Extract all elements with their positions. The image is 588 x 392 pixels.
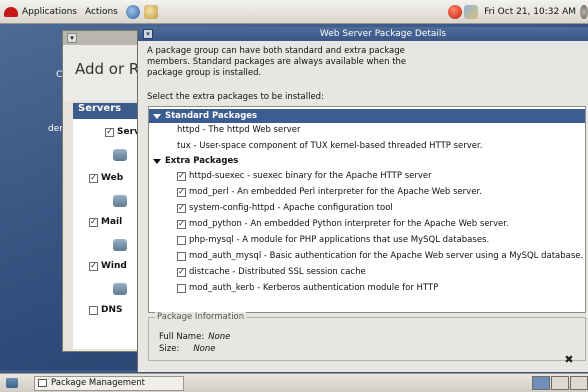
package-group-icon bbox=[113, 239, 127, 251]
panel-clock[interactable]: Fri Oct 21, 10:32 AM bbox=[484, 7, 576, 17]
window-menu-icon[interactable]: ▾ bbox=[67, 33, 77, 43]
workspace-switcher[interactable] bbox=[531, 376, 588, 390]
package-information-frame: Package Information Full Name: None Size:… bbox=[148, 312, 586, 361]
checkbox-checked[interactable]: ✓ bbox=[177, 267, 186, 277]
redhat-menu-icon[interactable] bbox=[4, 6, 18, 17]
network-status-icon[interactable] bbox=[464, 5, 479, 19]
group-checkbox-server-config[interactable]: ✓ Serv bbox=[105, 127, 140, 137]
checkbox-checked[interactable]: ✓ bbox=[177, 187, 186, 197]
checkbox-checked[interactable]: ✓ bbox=[177, 203, 186, 213]
list-item[interactable]: httpd - The httpd Web server bbox=[149, 123, 585, 137]
group-checkbox-web[interactable]: ✓ Web bbox=[89, 173, 123, 183]
window-menu-icon[interactable]: ▾ bbox=[143, 29, 153, 39]
group-row-standard[interactable]: Standard Packages bbox=[149, 109, 585, 123]
checkbox-checked[interactable]: ✓ bbox=[177, 171, 186, 181]
checkbox-unchecked[interactable] bbox=[89, 305, 98, 315]
window-icon bbox=[38, 379, 47, 387]
checkbox-checked[interactable]: ✓ bbox=[89, 261, 98, 271]
group-checkbox-windows-file[interactable]: ✓ Wind bbox=[89, 261, 127, 271]
package-row[interactable]: ✓ distcache - Distributed SSL session ca… bbox=[149, 265, 585, 279]
taskbar-item-package-management[interactable]: Package Management bbox=[34, 375, 184, 391]
top-panel: Applications Actions Fri Oct 21, 10:32 A… bbox=[0, 0, 588, 24]
package-row[interactable]: ✓ system-config-httpd - Apache configura… bbox=[149, 201, 585, 215]
applications-menu[interactable]: Applications bbox=[22, 7, 77, 17]
list-item[interactable]: tux - User-space component of TUX kernel… bbox=[149, 139, 585, 153]
checkbox-checked[interactable]: ✓ bbox=[89, 217, 98, 227]
close-button[interactable]: ✖ bbox=[560, 352, 578, 368]
expander-icon[interactable] bbox=[153, 113, 161, 119]
browser-launcher-icon[interactable] bbox=[125, 4, 140, 19]
checkbox-checked[interactable]: ✓ bbox=[177, 219, 186, 229]
package-row[interactable]: ✓ mod_python - An embedded Python interp… bbox=[149, 217, 585, 231]
bottom-panel: Package Management bbox=[0, 373, 588, 392]
update-alert-icon[interactable] bbox=[448, 5, 463, 19]
dialog-title: Web Server Package Details bbox=[319, 29, 447, 39]
full-name-line: Full Name: None bbox=[159, 332, 231, 342]
package-group-icon bbox=[113, 195, 127, 207]
package-list[interactable]: Standard Packages httpd - The httpd Web … bbox=[148, 106, 586, 313]
package-row[interactable]: mod_auth_mysql - Basic authentication fo… bbox=[149, 249, 585, 263]
package-group-icon bbox=[113, 283, 127, 295]
actions-menu[interactable]: Actions bbox=[85, 7, 118, 17]
checkbox-unchecked[interactable] bbox=[177, 251, 186, 261]
dialog-description: A package group can have both standard a… bbox=[147, 46, 407, 78]
show-desktop-icon[interactable] bbox=[6, 378, 18, 388]
workspace-3[interactable] bbox=[570, 376, 588, 390]
group-row-extra[interactable]: Extra Packages bbox=[149, 154, 585, 168]
workspace-1[interactable] bbox=[532, 376, 550, 390]
package-row[interactable]: php-mysql - A module for PHP application… bbox=[149, 233, 585, 247]
package-details-dialog: ▾ Web Server Package Details A package g… bbox=[137, 27, 588, 372]
checkbox-checked[interactable]: ✓ bbox=[89, 173, 98, 183]
window-heading: Add or R bbox=[75, 60, 140, 78]
size-line: Size: None bbox=[159, 344, 216, 354]
package-information-title: Package Information bbox=[155, 312, 247, 322]
expander-icon[interactable] bbox=[153, 158, 161, 164]
workspace-2[interactable] bbox=[551, 376, 569, 390]
checkbox-unchecked[interactable] bbox=[177, 235, 186, 245]
checkbox-checked[interactable]: ✓ bbox=[105, 127, 114, 137]
group-checkbox-dns[interactable]: DNS bbox=[89, 305, 123, 315]
package-group-icon bbox=[113, 149, 127, 161]
volume-icon[interactable] bbox=[580, 5, 588, 19]
package-row[interactable]: ✓ httpd-suexec - suexec binary for the A… bbox=[149, 169, 585, 183]
checkbox-unchecked[interactable] bbox=[177, 283, 186, 293]
package-row[interactable]: ✓ mod_perl - An embedded Perl interprete… bbox=[149, 185, 585, 199]
dialog-titlebar[interactable]: ▾ Web Server Package Details bbox=[138, 27, 588, 41]
group-checkbox-mail[interactable]: ✓ Mail bbox=[89, 217, 122, 227]
package-row[interactable]: mod_auth_kerb - Kerberos authentication … bbox=[149, 281, 585, 295]
select-label: Select the extra packages to be installe… bbox=[147, 92, 324, 102]
mail-launcher-icon[interactable] bbox=[143, 4, 158, 19]
